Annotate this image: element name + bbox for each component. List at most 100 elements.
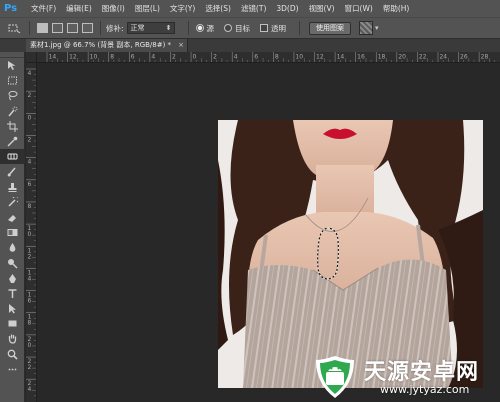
ellipsis-icon: [8, 368, 17, 371]
ruler-label: 8: [110, 54, 114, 61]
hand-icon: [8, 334, 17, 345]
crop-icon: [7, 120, 18, 132]
eyedropper-tool[interactable]: [0, 134, 25, 149]
new-selection-mode-button[interactable]: [37, 23, 48, 33]
path-selection-tool[interactable]: [0, 301, 25, 316]
ruler-label: 0: [28, 231, 32, 238]
dodge-icon: [8, 258, 18, 269]
type-icon: [8, 289, 17, 298]
menu-type[interactable]: 文字(Y): [165, 0, 200, 17]
eraser-tool[interactable]: [0, 210, 25, 225]
document-tab[interactable]: 素材1.jpg @ 66.7% (背景 副本, RGB/8#) * ×: [26, 39, 188, 52]
blur-tool[interactable]: [0, 240, 25, 255]
type-tool[interactable]: [0, 286, 25, 301]
move-tool[interactable]: [0, 58, 25, 73]
more-tools[interactable]: [0, 362, 25, 377]
use-pattern-button[interactable]: 使用图案: [309, 21, 352, 35]
gradient-icon: [7, 229, 18, 237]
menu-window[interactable]: 窗口(W): [340, 0, 378, 17]
tool-preset-picker[interactable]: [4, 20, 24, 36]
pattern-swatch[interactable]: [359, 21, 374, 35]
menu-layer[interactable]: 图层(L): [130, 0, 165, 17]
ruler-label: 12: [316, 54, 324, 61]
options-divider: [29, 21, 30, 35]
menu-3d[interactable]: 3D(D): [271, 0, 303, 17]
marquee-tool[interactable]: [0, 73, 25, 88]
menu-select[interactable]: 选择(S): [200, 0, 236, 17]
options-divider: [299, 21, 301, 35]
pen-icon: [9, 273, 16, 283]
chevron-down-icon[interactable]: ▾: [375, 24, 379, 32]
ruler-label: 6: [254, 54, 258, 61]
ruler-label: 6: [131, 54, 135, 61]
blur-drop-icon: [9, 243, 16, 253]
quick-selection-tool[interactable]: [0, 104, 25, 119]
patch-tool-icon: [8, 24, 21, 34]
document-tab-title: 素材1.jpg @ 66.7% (背景 副本, RGB/8#) *: [30, 41, 172, 49]
rect-marquee-icon: [8, 76, 17, 85]
woman-in-striped-dress-image: [218, 120, 483, 388]
tools-panel: [0, 52, 25, 402]
ruler-label: 4: [151, 54, 155, 61]
ruler-label: 2: [28, 136, 32, 143]
photoshop-logo: Ps: [4, 3, 18, 14]
vertical-ruler[interactable]: 42024681012141618202224: [26, 63, 37, 402]
ruler-label: 0: [28, 342, 32, 349]
target-label: 目标: [235, 23, 251, 33]
ruler-label: 8: [28, 320, 32, 327]
brush-icon: [7, 167, 16, 177]
patch-tool[interactable]: [0, 149, 25, 165]
ruler-ticks: 14 12 10 8 6 4 2 0 2 4 6 8 10 12 14 16 18 20 22 24 26 28: [46, 52, 495, 62]
ruler-label: 0: [193, 54, 197, 61]
ruler-label: 10: [90, 54, 98, 61]
zoom-tool[interactable]: [0, 347, 25, 362]
ruler-origin[interactable]: [26, 52, 37, 63]
document-tab-bar: 素材1.jpg @ 66.7% (背景 副本, RGB/8#) * ×: [0, 39, 500, 52]
menu-help[interactable]: 帮助(H): [378, 0, 415, 17]
menu-edit[interactable]: 编辑(E): [61, 0, 97, 17]
close-icon[interactable]: ×: [178, 39, 184, 52]
transparent-checkbox[interactable]: [260, 24, 269, 32]
history-brush-tool[interactable]: [0, 195, 25, 210]
subtract-selection-mode-button[interactable]: [67, 23, 78, 33]
ruler-label: 6: [28, 181, 32, 188]
ruler-label: 16: [357, 54, 365, 61]
transparent-label: 透明: [271, 23, 287, 33]
menu-file[interactable]: 文件(F): [26, 0, 61, 17]
android-shield-logo: [316, 356, 354, 398]
ruler-label: 0: [28, 114, 32, 121]
ruler-label: 4: [234, 54, 238, 61]
document-photo[interactable]: [218, 120, 483, 388]
lasso-tool[interactable]: [0, 88, 25, 103]
watermark-title: 天源安卓网: [364, 360, 480, 385]
ruler-label: 28: [481, 54, 489, 61]
pen-tool[interactable]: [0, 271, 25, 286]
horizontal-ruler[interactable]: 14 12 10 8 6 4 2 0 2 4 6 8 10 12 14 16 18 20 22 24 26 28: [37, 52, 500, 63]
menu-bar: Ps 文件(F) 编辑(E) 图像(I) 图层(L) 文字(Y) 选择(S) 滤…: [0, 0, 500, 17]
hand-tool[interactable]: [0, 331, 25, 346]
crop-tool[interactable]: [0, 119, 25, 134]
menu-image[interactable]: 图像(I): [97, 0, 130, 17]
patch-mode-select[interactable]: 正常: [126, 22, 175, 34]
rectangle-tool[interactable]: [0, 316, 25, 331]
dodge-tool[interactable]: [0, 255, 25, 270]
eyedropper-icon: [7, 136, 18, 147]
ruler-label: 22: [419, 54, 427, 61]
ruler-label: 4: [28, 275, 32, 282]
patch-mode-label: 修补:: [106, 23, 124, 33]
intersect-selection-mode-button[interactable]: [82, 23, 93, 33]
lasso-icon: [8, 91, 18, 101]
add-selection-mode-button[interactable]: [52, 23, 63, 33]
stamp-icon: [8, 182, 17, 192]
gradient-tool[interactable]: [0, 225, 25, 240]
menu-filter[interactable]: 滤镜(T): [236, 0, 271, 17]
patch-selection-outline[interactable]: [315, 226, 341, 281]
brush-tool[interactable]: [0, 164, 25, 179]
ruler-label: 2: [28, 92, 32, 99]
menu-view[interactable]: 视图(V): [304, 0, 340, 17]
ruler-ticks: 42024681012141618202224: [26, 68, 36, 397]
clone-stamp-tool[interactable]: [0, 180, 25, 195]
target-radio[interactable]: [224, 24, 233, 32]
ruler-label: 2: [28, 364, 32, 371]
source-radio[interactable]: [195, 24, 204, 32]
